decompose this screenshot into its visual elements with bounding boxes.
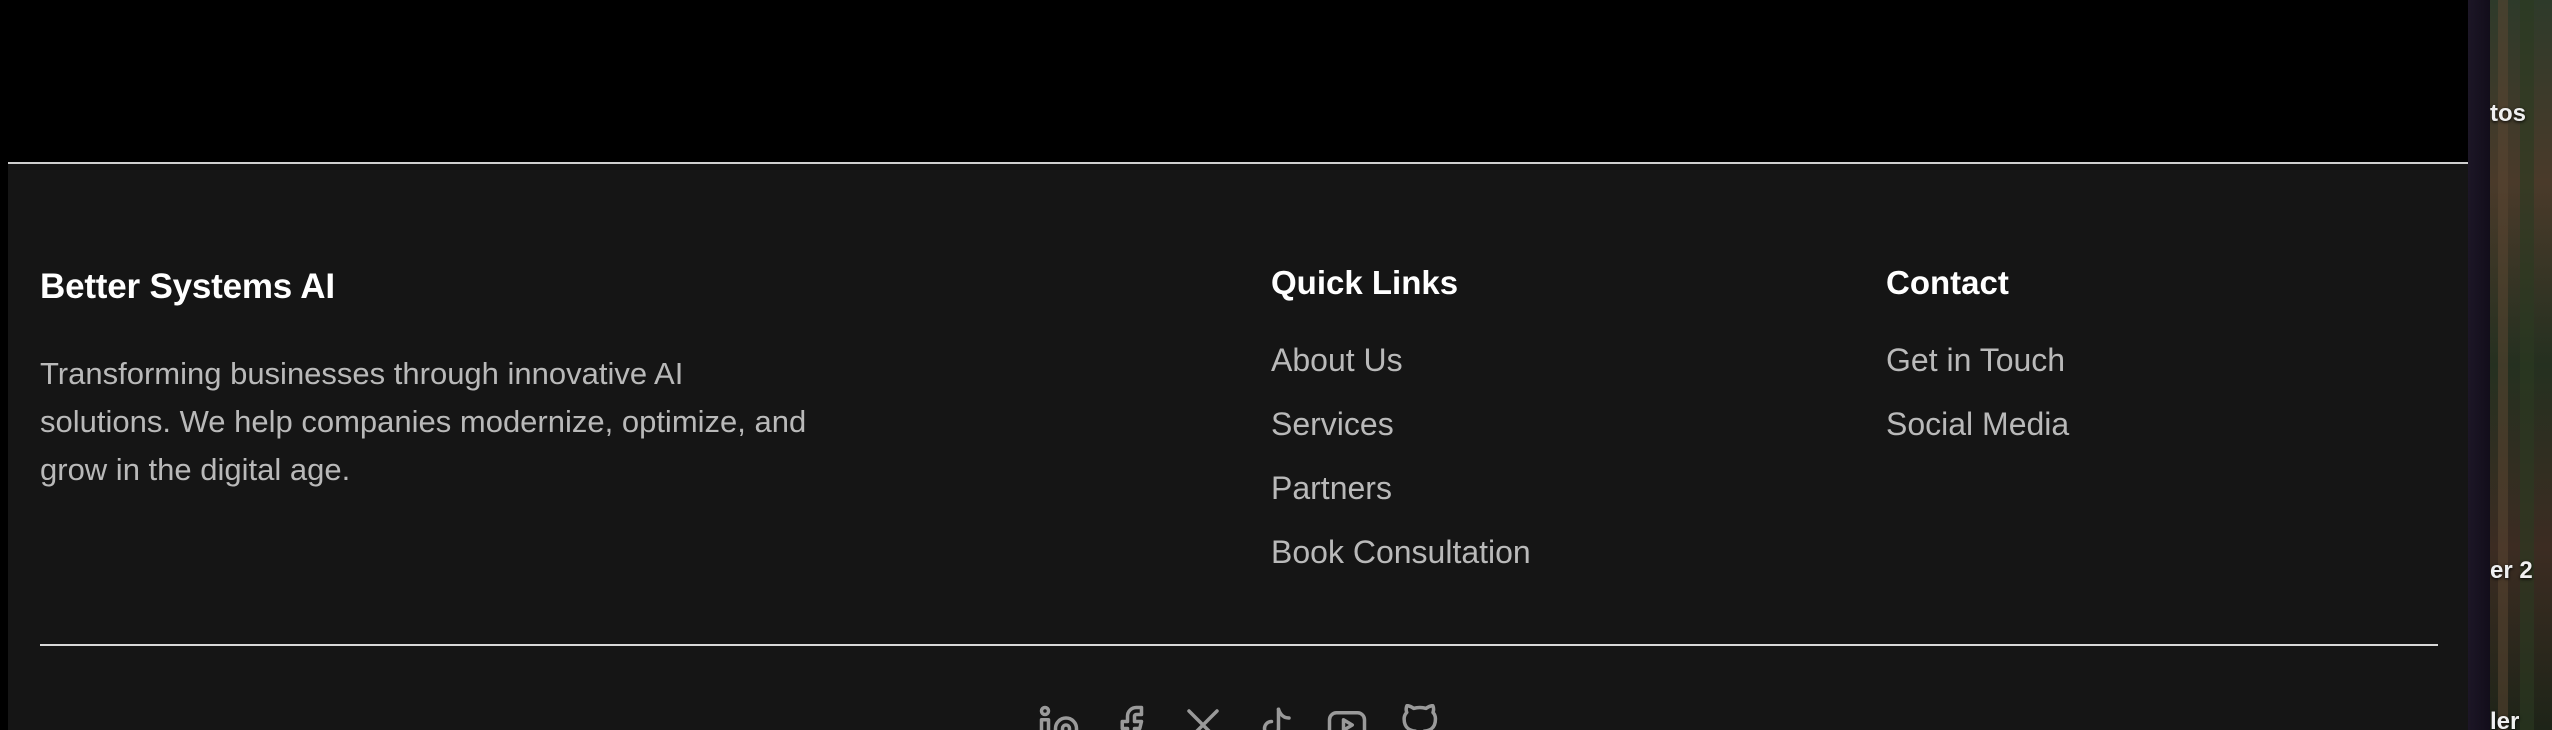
github-icon[interactable] [1398, 703, 1440, 730]
contact-heading: Contact [1886, 264, 2009, 301]
footer-link-about-us[interactable]: About Us [1271, 340, 1531, 404]
social-icons-row [1038, 703, 1440, 730]
x-icon[interactable] [1182, 704, 1224, 730]
footer-link-book-consultation[interactable]: Book Consultation [1271, 532, 1531, 596]
desktop-icon-label[interactable]: ler [2490, 708, 2519, 730]
desktop-icon-label[interactable]: tos [2490, 100, 2526, 128]
footer-brand-description: Transforming businesses through innovati… [40, 356, 807, 487]
youtube-icon[interactable] [1326, 704, 1368, 730]
footer-link-partners[interactable]: Partners [1271, 468, 1531, 532]
linkedin-icon[interactable] [1038, 704, 1080, 730]
browser-viewport: Better Systems AI Transforming businesse… [8, 0, 2468, 730]
desktop-background: tos er 2 ler [2490, 0, 2552, 730]
contact-list: Get in Touch Social Media [1886, 340, 2069, 468]
quick-links-heading: Quick Links [1271, 264, 1459, 301]
footer-link-services[interactable]: Services [1271, 404, 1531, 468]
footer-brand-title: Better Systems AI [40, 267, 335, 306]
footer-link-get-in-touch[interactable]: Get in Touch [1886, 340, 2069, 404]
site-footer: Better Systems AI Transforming businesse… [8, 164, 2468, 730]
facebook-icon[interactable] [1110, 704, 1152, 730]
footer-bottom-divider [40, 644, 2438, 646]
desktop-icon-label[interactable]: er 2 [2490, 557, 2533, 585]
quick-links-list: About Us Services Partners Book Consulta… [1271, 340, 1531, 596]
tiktok-icon[interactable] [1254, 704, 1296, 730]
page-content-top [8, 0, 2468, 162]
window-edge [2468, 0, 2490, 730]
footer-link-social-media[interactable]: Social Media [1886, 404, 2069, 468]
